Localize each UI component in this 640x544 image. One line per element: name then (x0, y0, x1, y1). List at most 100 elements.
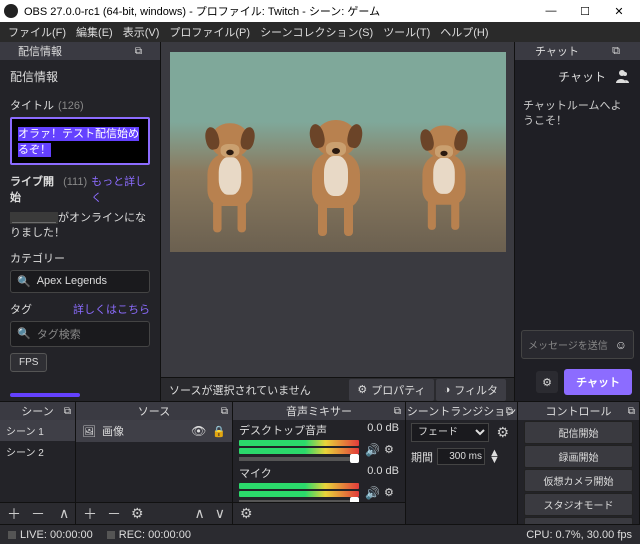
sources-list[interactable]: 🖼 画像 👁 🔒 (76, 420, 232, 502)
chat-send-button[interactable]: チャット (564, 369, 632, 395)
status-rec: REC: 00:00:00 (107, 529, 191, 541)
chat-dock-header[interactable]: チャット ⧉ (515, 42, 640, 60)
volume-slider[interactable] (239, 500, 359, 502)
golive-more-link[interactable]: もっと詳しく (91, 173, 150, 205)
mixer-settings-button[interactable]: ⚙ (237, 505, 256, 522)
image-icon: 🖼 (82, 425, 96, 438)
source-toolbar: ソースが選択されていません ⚙プロパティ ◑フィルタ (161, 377, 514, 401)
sources-dock: ソース⧉ 🖼 画像 👁 🔒 ＋ － ⚙ ∧ ∨ (76, 402, 233, 524)
scene-item[interactable]: シーン 1 (0, 420, 75, 441)
stream-info-dock-header[interactable]: 配信情報 ⧉ (0, 42, 160, 60)
visibility-toggle[interactable]: 👁 (191, 424, 206, 438)
title-field-label: タイトル (10, 97, 54, 113)
scenes-dock: シーン⧉ シーン 1 シーン 2 ＋ － ∧ ∨ (0, 402, 76, 524)
menu-file[interactable]: ファイル(F) (4, 22, 70, 42)
transition-duration-input[interactable] (437, 448, 485, 465)
minimize-button[interactable]: — (534, 0, 568, 22)
channel-settings-button[interactable]: ⚙ (384, 443, 394, 456)
preview-area: ソースが選択されていません ⚙プロパティ ◑フィルタ (161, 42, 514, 401)
status-cpu: CPU: 0.7%, 30.00 fps (526, 529, 632, 541)
chat-welcome-text: チャットルームへようこそ！ (515, 93, 640, 326)
start-virtualcam-button[interactable]: 仮想カメラ開始 (524, 469, 633, 492)
popout-icon[interactable]: ⧉ (394, 406, 401, 417)
rec-indicator-icon (107, 531, 115, 539)
bottom-docks: シーン⧉ シーン 1 シーン 2 ＋ － ∧ ∨ ソース⧉ 🖼 画像 👁 🔒 ＋ (0, 401, 640, 524)
popout-icon[interactable]: ⧉ (506, 406, 513, 417)
audio-meter (239, 491, 359, 497)
menu-help[interactable]: ヘルプ(H) (436, 22, 492, 42)
menu-view[interactable]: 表示(V) (119, 22, 164, 42)
title-char-count: (126) (58, 100, 84, 112)
source-down-button[interactable]: ∨ (212, 505, 228, 522)
popout-icon[interactable]: ⧉ (64, 406, 71, 417)
remove-scene-button[interactable]: － (28, 504, 48, 524)
channel-settings-button[interactable]: ⚙ (384, 486, 394, 499)
transition-select[interactable]: フェード (411, 423, 489, 442)
popout-icon[interactable]: ⧉ (221, 406, 228, 417)
transitions-dock: シーントランジション⧉ フェード ⚙ 期間 ▲▼ (406, 402, 518, 524)
duration-down[interactable]: ▼ (489, 457, 500, 464)
controls-dock: コントロール⧉ 配信開始 録画開始 仮想カメラ開始 スタジオモード 設定 終了 (518, 402, 640, 524)
tag-chip-fps[interactable]: FPS (10, 353, 47, 372)
source-up-button[interactable]: ∧ (192, 505, 208, 522)
popout-icon[interactable]: ⧉ (135, 46, 142, 57)
filters-button[interactable]: ◑フィルタ (436, 379, 506, 401)
chat-message-input[interactable]: メッセージを送信 ☺ (521, 330, 634, 359)
remove-source-button[interactable]: － (104, 504, 124, 524)
add-source-button[interactable]: ＋ (80, 504, 100, 524)
status-bar: LIVE: 00:00:00 REC: 00:00:00 CPU: 0.7%, … (0, 524, 640, 544)
mixer-channel: デスクトップ音声0.0 dB 🔊⚙ (233, 420, 405, 463)
add-scene-button[interactable]: ＋ (4, 504, 24, 524)
category-input[interactable]: 🔍 Apex Legends (10, 270, 150, 293)
settings-button[interactable]: 設定 (524, 517, 633, 524)
volume-slider[interactable] (239, 457, 359, 461)
panel-accent (10, 393, 80, 397)
close-button[interactable]: ✕ (602, 0, 636, 22)
menu-profile[interactable]: プロファイル(P) (165, 22, 254, 42)
stream-info-title: 配信情報 (0, 60, 160, 93)
audio-mixer-dock: 音声ミキサー⧉ デスクトップ音声0.0 dB 🔊⚙ マイク0.0 dB (233, 402, 406, 524)
menu-tools[interactable]: ツール(T) (379, 22, 434, 42)
emote-icon[interactable]: ☺ (615, 338, 627, 352)
scenes-list[interactable]: シーン 1 シーン 2 (0, 420, 75, 502)
popout-icon[interactable]: ⧉ (612, 45, 620, 58)
popout-icon[interactable]: ⧉ (628, 406, 635, 417)
tag-more-link[interactable]: 詳しくはこちら (73, 301, 150, 317)
audio-meter (239, 448, 359, 454)
category-label: カテゴリー (10, 250, 150, 266)
window-titlebar: OBS 27.0.0-rc1 (64-bit, windows) - プロファイ… (0, 0, 640, 22)
mute-button[interactable]: 🔊 (365, 486, 380, 500)
properties-button[interactable]: ⚙プロパティ (349, 379, 433, 401)
menu-edit[interactable]: 編集(E) (72, 22, 117, 42)
source-props-button[interactable]: ⚙ (128, 505, 147, 522)
status-live: LIVE: 00:00:00 (8, 529, 93, 541)
golive-notification-preview: ＿＿＿＿がオンラインになりました！ (10, 211, 150, 242)
live-indicator-icon (8, 531, 16, 539)
no-source-label: ソースが選択されていません (169, 382, 311, 398)
community-icon[interactable] (614, 69, 630, 85)
window-title: OBS 27.0.0-rc1 (64-bit, windows) - プロファイ… (24, 3, 534, 19)
source-item[interactable]: 🖼 画像 👁 🔒 (76, 420, 232, 442)
mute-button[interactable]: 🔊 (365, 443, 380, 457)
scene-item[interactable]: シーン 2 (0, 441, 75, 462)
lock-toggle[interactable]: 🔒 (212, 425, 226, 438)
stream-title-input[interactable]: オラァ！テスト配信始めるぞ！ (10, 117, 150, 165)
start-recording-button[interactable]: 録画開始 (524, 445, 633, 468)
stream-info-panel: 配信情報 ⧉ 配信情報 タイトル (126) オラァ！テスト配信始めるぞ！ ライ… (0, 42, 161, 401)
scene-up-button[interactable]: ∧ (56, 505, 72, 522)
obs-app-icon (4, 4, 18, 18)
chat-settings-button[interactable]: ⚙ (536, 371, 558, 393)
maximize-button[interactable]: ☐ (568, 0, 602, 22)
tag-search-input[interactable]: 🔍 タグ検索 (10, 321, 150, 347)
audio-meter (239, 483, 359, 489)
start-streaming-button[interactable]: 配信開始 (524, 421, 633, 444)
audio-meter (239, 440, 359, 446)
mixer-channel: マイク0.0 dB 🔊⚙ (233, 463, 405, 502)
program-preview[interactable] (161, 42, 514, 377)
preview-image (170, 52, 506, 252)
menu-scenecollection[interactable]: シーンコレクション(S) (256, 22, 377, 42)
transition-settings-button[interactable]: ⚙ (493, 424, 512, 441)
studio-mode-button[interactable]: スタジオモード (524, 493, 633, 516)
search-icon: 🔍 (17, 327, 31, 340)
gear-icon: ⚙ (542, 376, 552, 389)
